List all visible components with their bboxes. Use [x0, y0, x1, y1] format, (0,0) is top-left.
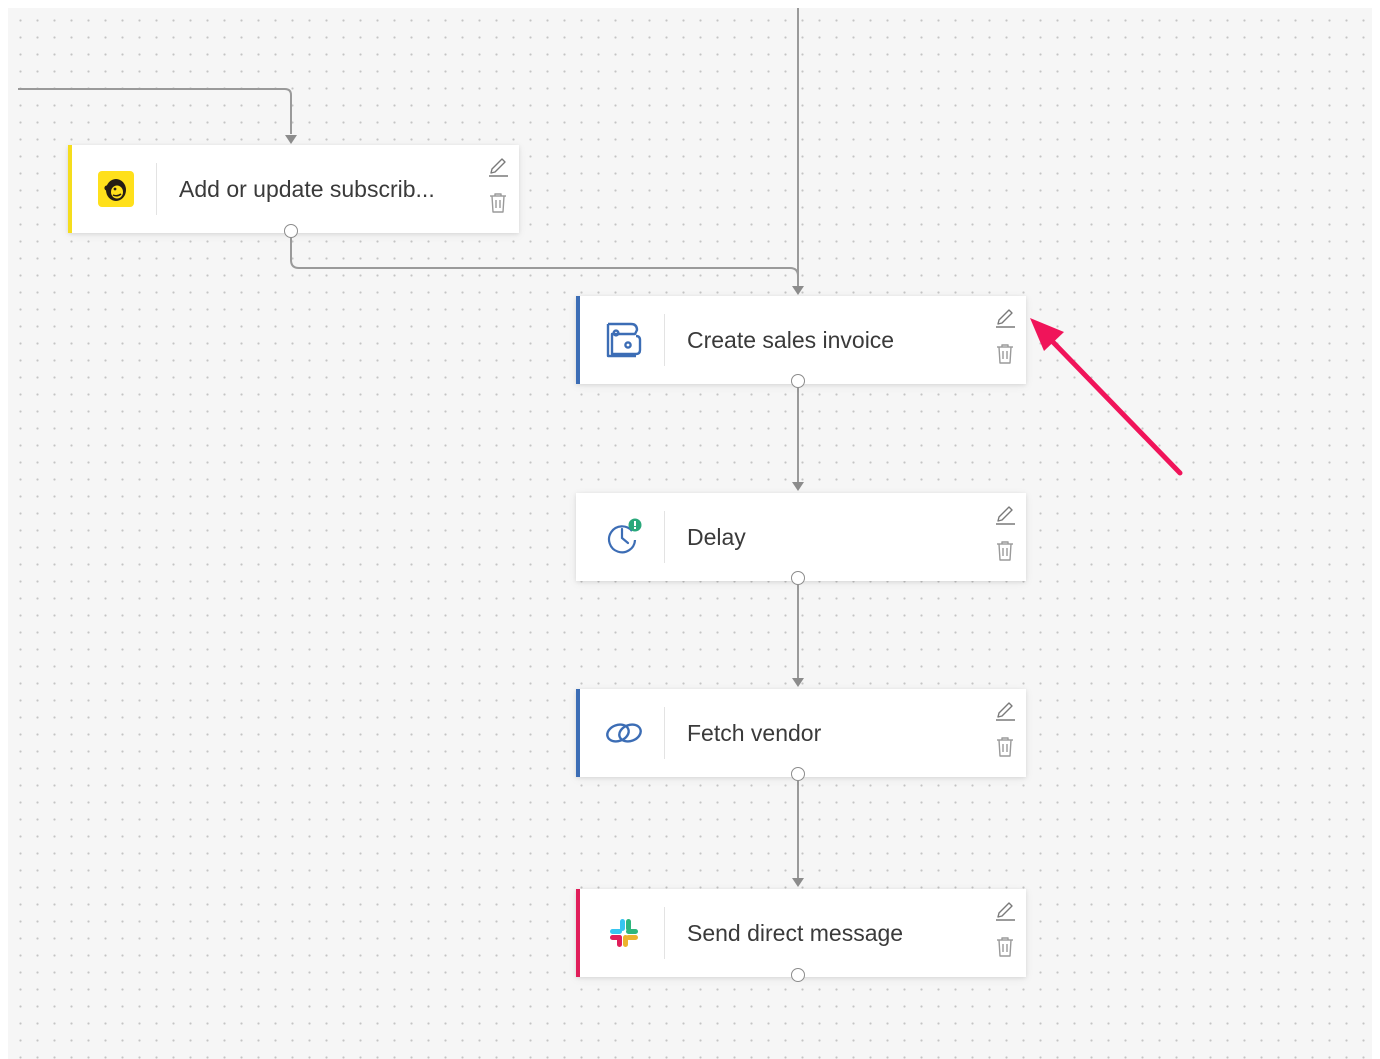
flow-canvas[interactable]: Add or update subscrib... Create sales i… — [8, 8, 1372, 1059]
arrow-icon — [1030, 318, 1183, 476]
